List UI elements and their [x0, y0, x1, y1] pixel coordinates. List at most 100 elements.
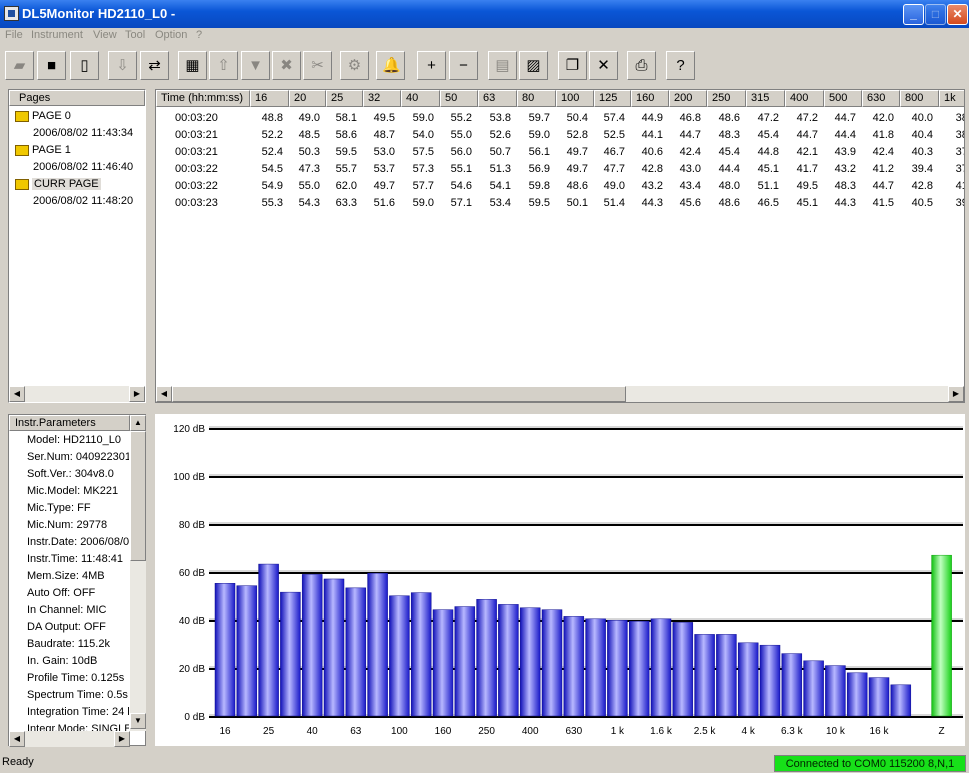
column-header[interactable]: 400 — [785, 90, 824, 107]
scroll-right-icon[interactable]: ▶ — [948, 386, 964, 402]
save-disk-button[interactable]: ■ — [37, 51, 66, 80]
alarm-bell-button[interactable]: 🔔 — [376, 51, 405, 80]
column-header[interactable]: 630 — [862, 90, 900, 107]
table-row[interactable]: 00:03:23 55.3 54.3 63.3 51.6 59.0 57.1 53.4 59.5… — [156, 195, 964, 212]
print-button[interactable]: ⎙ — [627, 51, 656, 80]
column-header[interactable]: 250 — [707, 90, 746, 107]
chart-bar — [846, 672, 868, 717]
column-header[interactable]: 80 — [517, 90, 556, 107]
table-hscrollbar[interactable]: ◀ ▶ — [156, 386, 964, 402]
save-disk-icon: ■ — [46, 57, 57, 74]
copy-button[interactable]: ❐ — [558, 51, 587, 80]
minimize-button[interactable]: _ — [903, 4, 924, 25]
zoom-in-button[interactable]: + — [417, 51, 446, 80]
param-row: In. Gain: 10dB — [27, 655, 98, 667]
page-item-1[interactable]: PAGE 1 — [15, 144, 71, 156]
instr-parameters-panel: Instr.Parameters Model: HD2110_L0 Ser.Num… — [8, 414, 146, 747]
table-row[interactable]: 00:03:20 48.8 49.0 58.1 49.5 59.0 55.2 53.8 59.7… — [156, 110, 964, 127]
table-row[interactable]: 00:03:21 52.4 50.3 59.5 53.0 57.5 56.0 50.7 56.1… — [156, 144, 964, 161]
open-folder-button[interactable]: ▰ — [5, 51, 34, 80]
menu-instrument[interactable]: Instrument — [31, 29, 83, 41]
scroll-right-icon[interactable]: ▶ — [114, 731, 130, 747]
scroll-up-icon[interactable]: ▲ — [130, 415, 146, 431]
column-header[interactable]: 50 — [440, 90, 478, 107]
maximize-button[interactable]: □ — [925, 4, 946, 25]
column-header[interactable]: 315 — [746, 90, 785, 107]
tools-button[interactable]: ✂ — [303, 51, 332, 80]
meter-delete-button[interactable]: ✖ — [272, 51, 301, 80]
column-header[interactable]: 20 — [289, 90, 326, 107]
app-icon[interactable] — [4, 6, 19, 21]
instrument-display-button[interactable]: ▦ — [178, 51, 207, 80]
table-cell: 59.0 — [528, 129, 550, 141]
export-disabled-button[interactable]: ▤ — [488, 51, 517, 80]
scroll-left-icon[interactable]: ◀ — [9, 731, 25, 747]
table-cell: 41.9 — [955, 180, 964, 192]
params-scroll-thumb[interactable] — [130, 431, 146, 561]
menu-tool[interactable]: Tool — [125, 29, 145, 41]
instrument-upload-button[interactable]: ⇧ — [209, 51, 238, 80]
column-header[interactable]: 1k — [939, 90, 964, 107]
close-button[interactable]: ✕ — [947, 4, 968, 25]
menu-option[interactable]: Option — [155, 29, 187, 41]
page-date[interactable]: 2006/08/02 11:43:34 — [33, 127, 133, 139]
table-cell: 44.7 — [679, 129, 701, 141]
meter-settings-button[interactable]: ▼ — [241, 51, 270, 80]
page-date[interactable]: 2006/08/02 11:48:20 — [33, 195, 133, 207]
instrument-config-button[interactable]: ⚙ — [340, 51, 369, 80]
new-document-button[interactable]: ▯ — [70, 51, 99, 80]
menu-file[interactable]: File — [5, 29, 23, 41]
params-vscrollbar[interactable]: ▲ ▼ — [130, 415, 146, 731]
table-cell: 47.7 — [603, 163, 625, 175]
scroll-right-icon[interactable]: ▶ — [129, 386, 145, 402]
param-row: Ser.Num: 04092230173 — [27, 451, 129, 463]
x-tick-label: 40 — [307, 726, 319, 737]
chart-bar — [628, 620, 650, 717]
column-header[interactable]: 16 — [250, 90, 289, 107]
y-tick-label: 60 dB — [179, 568, 205, 579]
table-cell: 59.7 — [528, 112, 550, 124]
transfer-instrument-button[interactable]: ⇄ — [140, 51, 169, 80]
page-icon — [15, 110, 29, 122]
download-instrument-button[interactable]: ⇩ — [108, 51, 137, 80]
param-row: Instr.Date: 2006/08/02 — [27, 536, 129, 548]
column-header[interactable]: 800 — [900, 90, 939, 107]
table-scroll-thumb[interactable] — [172, 386, 626, 402]
column-header[interactable]: 125 — [594, 90, 631, 107]
excel-export-button[interactable]: ✕ — [589, 51, 618, 80]
zoom-out-button[interactable]: − — [449, 51, 478, 80]
pages-hscrollbar[interactable]: ◀ ▶ — [9, 386, 145, 402]
table-cell: 49.0 — [298, 112, 320, 124]
chart-bar — [585, 618, 606, 717]
table-cell: 56.0 — [450, 146, 472, 158]
column-header[interactable]: 200 — [669, 90, 707, 107]
column-header[interactable]: 25 — [326, 90, 363, 107]
table-row[interactable]: 00:03:22 54.5 47.3 55.7 53.7 57.3 55.1 51.3 56.9… — [156, 161, 964, 178]
menu-help[interactable]: ? — [196, 29, 202, 41]
scroll-left-icon[interactable]: ◀ — [156, 386, 172, 402]
table-row[interactable]: 00:03:21 52.2 48.5 58.6 48.7 54.0 55.0 52.6 59.0… — [156, 127, 964, 144]
chart-bar — [367, 572, 388, 717]
scroll-left-icon[interactable]: ◀ — [9, 386, 25, 402]
column-header[interactable]: Time (hh:mm:ss) — [156, 90, 250, 107]
x-tick-label: 63 — [350, 726, 362, 737]
chart-view-button[interactable]: ▨ — [519, 51, 548, 80]
column-header[interactable]: 100 — [556, 90, 594, 107]
column-header[interactable]: 160 — [631, 90, 669, 107]
column-header[interactable]: 32 — [363, 90, 401, 107]
params-hscrollbar[interactable]: ◀ ▶ — [9, 731, 130, 747]
table-cell: 44.4 — [834, 129, 856, 141]
page-date[interactable]: 2006/08/02 11:46:40 — [33, 161, 133, 173]
scroll-down-icon[interactable]: ▼ — [130, 713, 146, 729]
page-item-curr[interactable]: CURR PAGE — [15, 178, 101, 190]
column-header[interactable]: 500 — [824, 90, 862, 107]
help-button[interactable]: ? — [666, 51, 695, 80]
table-row[interactable]: 00:03:22 54.9 55.0 62.0 49.7 57.7 54.6 54.1 59.8… — [156, 178, 964, 195]
x-tick-label: 1 k — [611, 726, 625, 737]
column-header[interactable]: 63 — [478, 90, 517, 107]
param-row: Auto Off: OFF — [27, 587, 96, 599]
column-header[interactable]: 40 — [401, 90, 440, 107]
page-item-0[interactable]: PAGE 0 — [15, 110, 71, 122]
menu-view[interactable]: View — [93, 29, 117, 41]
table-cell: 42.8 — [911, 180, 933, 192]
